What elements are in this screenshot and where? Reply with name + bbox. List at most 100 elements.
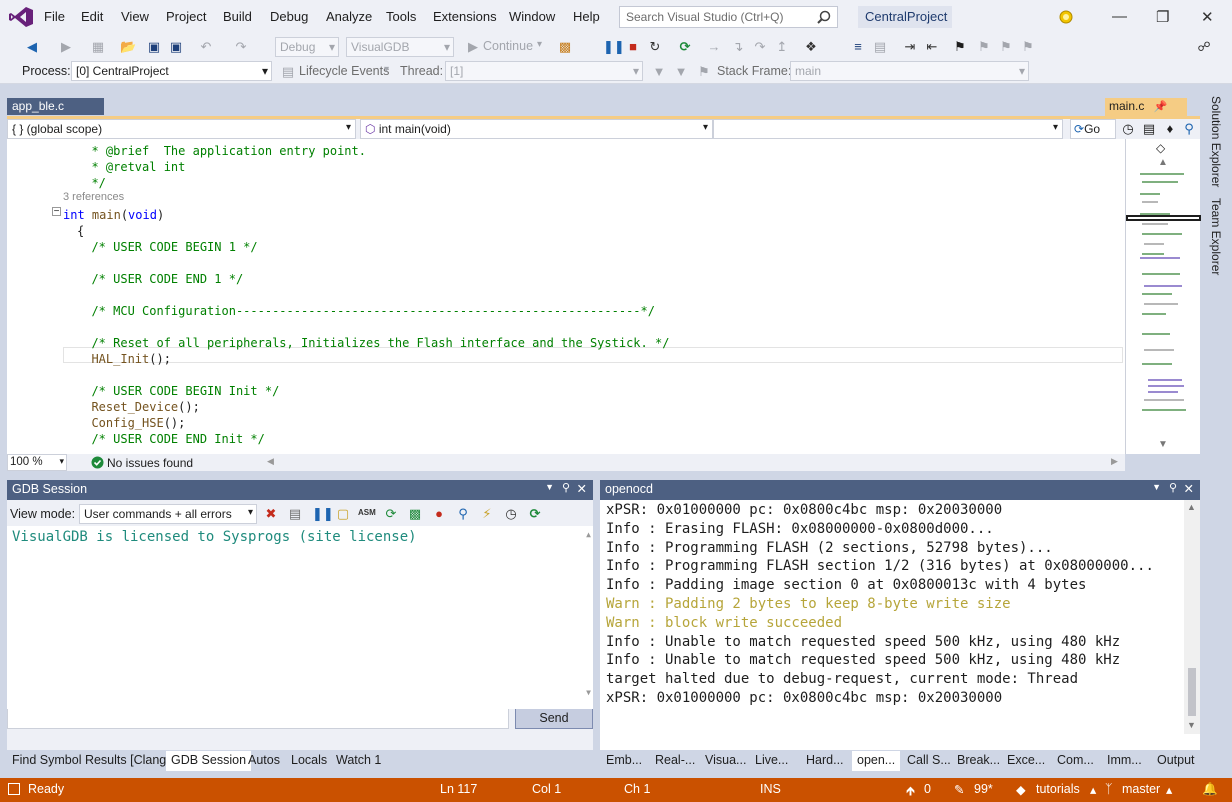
find-icon[interactable]: ⚲ [1181,121,1197,137]
indent-icon[interactable]: ⇥ [902,39,918,55]
break-all-icon[interactable]: ❚❚ [603,39,625,55]
member-combo[interactable]: ⬡ int main(void) ▾ [360,119,713,139]
new-project-icon[interactable]: ▦ [90,39,106,55]
issues-status[interactable]: No issues found [107,456,193,470]
refresh-icon[interactable]: ⟳ [527,506,543,522]
menu-tools[interactable]: Tools [386,9,416,24]
timer-icon[interactable]: ◷ [503,506,519,522]
prev-bookmark-icon[interactable]: ⚑ [976,39,992,55]
scroll-up-icon[interactable]: ▲ [1158,157,1168,168]
tab-exception-settings[interactable]: Exce... [1002,751,1050,771]
document-icon[interactable]: ▤ [1141,121,1157,137]
step-over-icon[interactable]: ↷ [752,39,768,55]
filter-clear-icon[interactable]: ▼ [673,64,689,80]
outdent-icon[interactable]: ⇤ [924,39,940,55]
stack-frame-combo[interactable]: main ▾ [790,61,1029,81]
panel-close-icon[interactable]: ✕ [1184,481,1194,496]
tab-embedded-memory[interactable]: Emb... [601,751,647,771]
memory-icon[interactable]: ▤ [872,39,888,55]
view-mode-combo[interactable]: User commands + all errors ▾ [79,504,257,524]
back-icon[interactable]: ◀ [24,39,40,55]
menu-file[interactable]: File [44,9,65,24]
minimize-icon[interactable]: — [1112,8,1127,25]
tab-real-time-watch[interactable]: Real-... [650,751,700,771]
pin-icon[interactable]: ⚲ [1169,481,1177,494]
menu-project[interactable]: Project [166,9,206,24]
stop-debugging-icon[interactable]: ■ [625,39,641,55]
search-icon[interactable]: ⚲ [455,506,471,522]
menu-help[interactable]: Help [573,9,600,24]
tab-immediate[interactable]: Imm... [1102,751,1147,771]
chip-icon[interactable]: ▩ [407,506,423,522]
menu-edit[interactable]: Edit [81,9,103,24]
bookmark-icon[interactable]: ⚑ [952,39,968,55]
status-insert-mode[interactable]: INS [760,782,781,796]
configuration-combo[interactable]: Debug ▾ [275,37,339,57]
tab-autos[interactable]: Autos [243,751,285,771]
scroll-right-icon[interactable]: ▶ [1111,456,1118,467]
restart-icon[interactable]: ↻ [647,39,663,55]
side-tab-team-explorer[interactable]: Team Explorer [1209,198,1223,275]
save-icon[interactable]: ▣ [146,39,162,55]
flag-icon[interactable]: ⚑ [696,64,712,80]
continue-button[interactable]: Continue [483,39,533,53]
scroll-up-icon[interactable]: ▲ [586,530,591,539]
threads-icon[interactable]: ≡ [850,39,866,55]
status-unpushed[interactable]: 0 [924,782,931,796]
undo-icon[interactable]: ↶ [198,39,214,55]
process-icon[interactable]: ▩ [557,39,573,55]
lifecycle-events-button[interactable]: Lifecycle Events [299,64,389,78]
tab-find-symbol-results[interactable]: Find Symbol Results [Clang] [7,751,175,771]
pin-icon[interactable]: ⚲ [562,481,570,494]
feedback-icon[interactable] [1057,8,1075,26]
panel-menu-icon[interactable]: ▼ [1152,482,1161,492]
tab-watch-1[interactable]: Watch 1 [331,751,386,771]
tag-icon[interactable]: ♦ [1162,121,1178,137]
status-repository[interactable]: tutorials [1036,782,1080,796]
search-box[interactable]: Search Visual Studio (Ctrl+Q) [619,6,838,28]
live-share-icon[interactable]: ☍ [1196,39,1212,55]
step-out-icon[interactable]: ↥ [774,39,790,55]
thread-combo[interactable]: [1] ▾ [445,61,643,81]
scroll-down-icon[interactable]: ▼ [586,688,591,697]
folder-icon[interactable]: ▢ [335,506,351,522]
scope-combo[interactable]: { } (global scope) ▾ [7,119,356,139]
scroll-down-icon[interactable]: ▼ [1158,439,1168,450]
tab-breakpoints[interactable]: Break... [952,751,1005,771]
send-button[interactable]: Send [515,707,593,729]
menu-analyze[interactable]: Analyze [326,9,372,24]
scroll-thumb[interactable] [1188,668,1196,716]
clock-icon[interactable]: ◷ [1120,121,1136,137]
menu-window[interactable]: Window [509,9,555,24]
tab-visual[interactable]: Visua... [700,751,751,771]
tab-app-ble[interactable]: app_ble.c [7,98,104,115]
side-tab-solution-explorer[interactable]: Solution Explorer [1209,96,1223,187]
tab-call-stack[interactable]: Call S... [902,751,956,771]
pause-icon[interactable]: ❚❚ [312,506,334,522]
status-repo-dropdown-icon[interactable]: ▴ [1090,782,1096,797]
tab-hardware[interactable]: Hard... [801,751,849,771]
gdb-command-input[interactable] [7,707,509,729]
menu-view[interactable]: View [121,9,149,24]
clear-icon[interactable]: ✖ [263,506,279,522]
continue-dropdown-icon[interactable]: ▾ [537,39,542,50]
output-window-icon[interactable] [8,783,20,795]
code-map-scrollbar[interactable]: ◇ ▲ ▼ [1125,139,1201,454]
notifications-icon[interactable]: 🔔 [1202,782,1218,797]
redo-icon[interactable]: ↷ [233,39,249,55]
breakpoint-icon[interactable]: ● [431,506,447,522]
code-editor[interactable]: 3 references − * @brief The application … [7,139,1125,454]
sync-icon[interactable]: ⟳ [383,506,399,522]
tab-command-window[interactable]: Com... [1052,751,1099,771]
continue-play-icon[interactable]: ▶ [465,39,481,55]
status-branch[interactable]: master [1122,782,1160,796]
status-changes[interactable]: 99* [974,782,993,796]
lifecycle-dropdown-icon[interactable]: ▾ [384,64,389,75]
tab-openocd[interactable]: open... [852,751,901,771]
clear-bookmarks-icon[interactable]: ⚑ [1020,39,1036,55]
scroll-down-icon[interactable]: ▼ [1187,720,1196,730]
openocd-scrollbar[interactable]: ▲ ▼ [1184,500,1200,734]
menu-extensions[interactable]: Extensions [433,9,497,24]
refresh-icon[interactable]: ⟳ [677,39,693,55]
hex-display-icon[interactable]: ❖ [803,39,819,55]
